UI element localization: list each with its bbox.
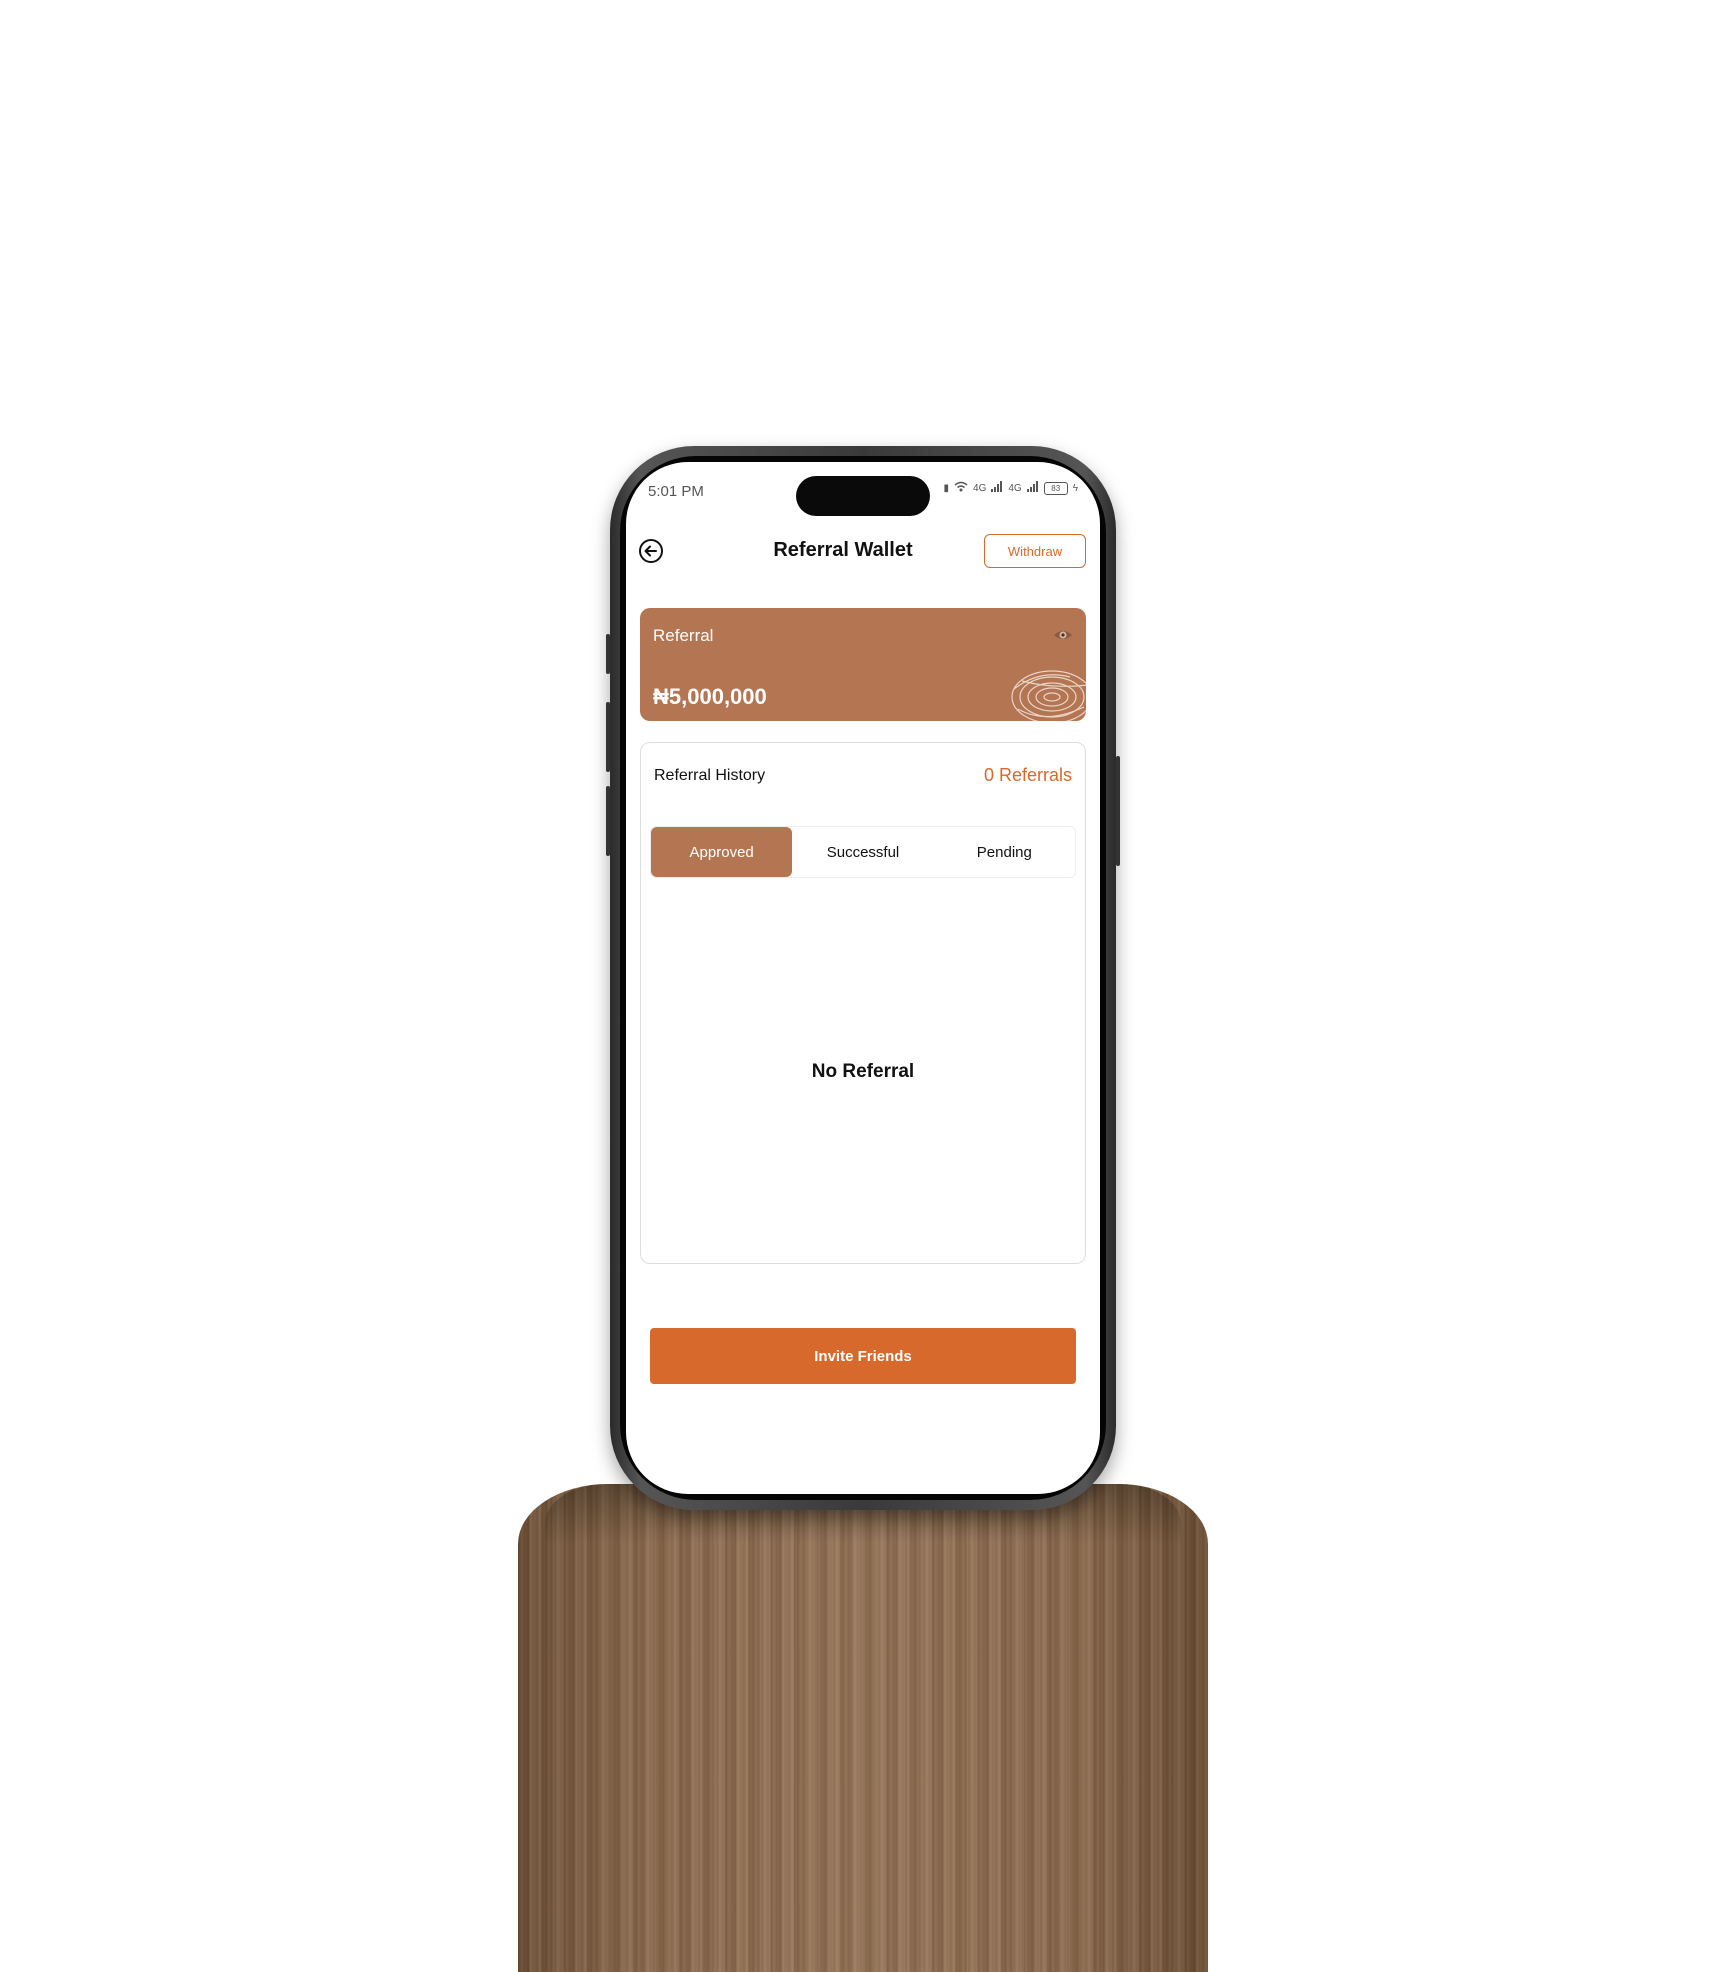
charging-icon: ϟ bbox=[1072, 482, 1078, 494]
signal-icon bbox=[991, 481, 1003, 495]
eye-icon[interactable] bbox=[1052, 624, 1074, 646]
mockup-stage: 5:01 PM ▮ 4G 4G 83 ϟ Referral Wallet Wit… bbox=[0, 0, 1725, 1972]
dynamic-island bbox=[796, 476, 930, 516]
power-button bbox=[1116, 756, 1120, 866]
vibrate-icon: ▮ bbox=[943, 482, 950, 494]
network-label-2: 4G bbox=[1008, 482, 1022, 494]
tab-successful[interactable]: Successful bbox=[792, 827, 933, 877]
invite-friends-button[interactable]: Invite Friends bbox=[650, 1328, 1076, 1384]
wooden-pedestal bbox=[518, 1484, 1208, 1972]
wallet-label: Referral bbox=[653, 626, 714, 645]
action-button bbox=[606, 634, 610, 674]
network-label-1: 4G bbox=[973, 482, 987, 494]
phone-frame: 5:01 PM ▮ 4G 4G 83 ϟ Referral Wallet Wit… bbox=[606, 446, 1120, 1510]
battery-icon: 83 bbox=[1043, 481, 1068, 495]
status-icons: ▮ 4G 4G 83 ϟ bbox=[943, 481, 1078, 495]
empty-state-text: No Referral bbox=[811, 1061, 915, 1082]
tab-pending[interactable]: Pending bbox=[934, 827, 1075, 877]
withdraw-button[interactable]: Withdraw bbox=[984, 534, 1086, 568]
swirl-pattern-icon bbox=[1000, 659, 1086, 721]
wallet-balance: ₦5,000,000 bbox=[653, 684, 767, 709]
signal-icon bbox=[1026, 481, 1039, 495]
status-time: 5:01 PM bbox=[648, 483, 704, 500]
tab-approved[interactable]: Approved bbox=[651, 827, 793, 877]
phone-screen: 5:01 PM ▮ 4G 4G 83 ϟ Referral Wallet Wit… bbox=[626, 462, 1100, 1494]
status-tabs: Approved Successful Pending bbox=[650, 826, 1076, 878]
history-title: Referral History bbox=[654, 767, 766, 784]
wifi-icon bbox=[954, 481, 968, 495]
referral-history-panel: Referral History 0 Referrals Approved Su… bbox=[640, 742, 1086, 1264]
volume-down-button bbox=[606, 786, 610, 856]
referral-count[interactable]: 0 Referrals bbox=[984, 765, 1072, 786]
wallet-card: Referral ₦5,000,000 bbox=[640, 608, 1086, 721]
volume-up-button bbox=[606, 702, 610, 772]
